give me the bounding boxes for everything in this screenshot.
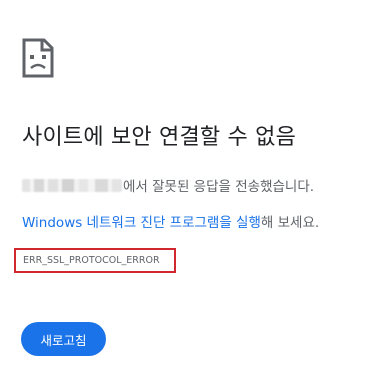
suggestion-rest-text: 해 보세요. — [260, 215, 320, 231]
error-message-text: 에서 잘못된 응답을 전송했습니다. — [123, 179, 315, 195]
error-message: 에서 잘못된 응답을 전송했습니다. — [22, 175, 314, 195]
page-title: 사이트에 보안 연결할 수 없음 — [22, 125, 297, 150]
redacted-hostname — [22, 178, 122, 192]
error-code: ERR_SSL_PROTOCOL_ERROR — [14, 248, 176, 273]
reload-button[interactable]: 새로고침 — [21, 322, 106, 356]
network-diagnostics-link[interactable]: Windows 네트워크 진단 프로그램을 실행 — [22, 215, 261, 231]
error-page: 사이트에 보안 연결할 수 없음 에서 잘못된 응답을 전송했습니다. Wind… — [0, 0, 380, 378]
suggestion: Windows 네트워크 진단 프로그램을 실행해 보세요. — [22, 211, 319, 231]
sad-page-icon — [22, 38, 54, 78]
